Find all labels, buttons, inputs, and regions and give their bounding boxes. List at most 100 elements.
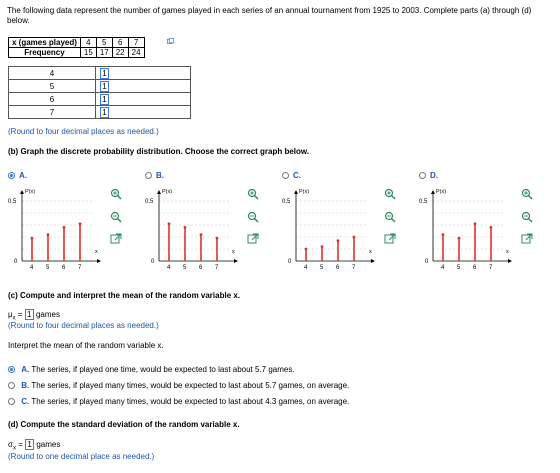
sd-unit: games — [36, 440, 61, 449]
bar-point — [215, 236, 219, 240]
rounding-hint: (Round to four decimal places as needed.… — [8, 127, 159, 136]
table-row: 7 1 — [8, 105, 191, 119]
x-axis-label: x — [95, 249, 98, 255]
x-tick-label: 6 — [199, 265, 203, 271]
frequency-value: 24 — [127, 47, 145, 58]
graph-option-a[interactable]: A. P(x) 0.5 0 x 4 5 6 7 — [8, 171, 138, 271]
probability-input[interactable]: 1 — [100, 67, 109, 79]
mean-option-b[interactable]: B. The series, if played many times, wou… — [8, 381, 349, 390]
y-axis-arrow — [157, 190, 161, 194]
radio-button[interactable] — [145, 172, 152, 180]
probability-graph: P(x) 0.5 0 x 4 5 6 7 — [419, 189, 512, 271]
open-external-icon[interactable] — [247, 233, 259, 245]
zoom-out-icon[interactable] — [110, 211, 122, 223]
bar-point — [46, 233, 50, 236]
x-cell: 5 — [8, 79, 96, 93]
radio-button[interactable] — [8, 172, 15, 180]
part-d-prompt: (d) Compute the standard deviation of th… — [8, 420, 240, 429]
x-axis-arrow — [97, 259, 101, 263]
option-letter: C. — [21, 397, 30, 406]
y-tick-label: 0.5 — [419, 199, 428, 205]
option-letter: C. — [293, 171, 301, 180]
open-external-icon[interactable] — [110, 233, 122, 245]
x-tick-label: 5 — [183, 265, 187, 271]
radio-button[interactable] — [8, 366, 15, 374]
bar-point — [441, 233, 445, 236]
x-tick-label: 4 — [441, 265, 445, 271]
y-axis-arrow — [294, 190, 298, 194]
bar-point — [199, 233, 203, 236]
bar-point — [473, 222, 477, 226]
table-row: 6 1 — [8, 92, 191, 106]
bar-point — [457, 236, 461, 240]
probability-cell: 1 — [95, 66, 191, 80]
x-tick-label: 7 — [352, 265, 356, 271]
mean-unit: games — [35, 310, 60, 319]
x-axis-arrow — [371, 259, 375, 263]
y-axis-arrow — [431, 190, 435, 194]
x-cell: 6 — [8, 92, 96, 106]
probability-input[interactable]: 1 — [100, 93, 109, 105]
probability-graph: P(x) 0.5 0 x 4 5 6 7 — [145, 189, 238, 271]
probability-cell: 1 — [95, 79, 191, 93]
zoom-out-icon[interactable] — [384, 211, 396, 223]
probability-input[interactable]: 1 — [100, 106, 109, 118]
y-tick-label: 0 — [288, 259, 292, 265]
interpret-mean-prompt: Interpret the mean of the random variabl… — [8, 341, 164, 350]
mean-input[interactable]: 1 — [24, 309, 34, 320]
radio-button[interactable] — [282, 172, 289, 180]
part-b-prompt: (b) Graph the discrete probability distr… — [8, 147, 310, 156]
open-external-icon[interactable] — [521, 233, 533, 245]
zoom-in-icon[interactable] — [384, 188, 396, 200]
y-tick-label: 0 — [425, 259, 429, 265]
x-tick-label: 6 — [473, 265, 477, 271]
rounding-hint: (Round to one decimal place as needed.) — [8, 452, 155, 461]
x-tick-label: 4 — [304, 265, 308, 271]
mean-option-a[interactable]: A. The series, if played one time, would… — [8, 365, 295, 374]
zoom-in-icon[interactable] — [110, 188, 122, 200]
bar-point — [352, 235, 356, 239]
y-axis-label: P(x) — [25, 189, 35, 195]
radio-button[interactable] — [419, 172, 426, 180]
option-letter: A. — [21, 365, 30, 374]
y-axis-label: P(x) — [162, 189, 172, 195]
x-value: 7 — [127, 37, 145, 48]
zoom-out-icon[interactable] — [247, 211, 259, 223]
option-letter: B. — [21, 381, 30, 390]
copy-data-icon[interactable] — [167, 38, 174, 45]
bar-point — [62, 226, 66, 229]
open-external-icon[interactable] — [384, 233, 396, 245]
probability-input[interactable]: 1 — [100, 80, 109, 92]
option-text: The series, if played one time, would be… — [31, 365, 295, 374]
x-tick-label: 4 — [30, 265, 34, 271]
radio-button[interactable] — [8, 382, 15, 390]
graph-option-b[interactable]: B. P(x) 0.5 0 x 4 5 6 7 — [145, 171, 275, 271]
x-tick-label: 6 — [62, 265, 66, 271]
graph-option-c[interactable]: C. P(x) 0.5 0 x 4 5 6 7 — [282, 171, 412, 271]
sd-answer: σx = 1 games — [8, 439, 60, 452]
frequency-value: 22 — [111, 47, 129, 58]
probability-table: 4 1 5 1 6 1 7 1 — [8, 66, 191, 119]
frequency-table: x (games played) 4 5 6 7 Frequency 15 17… — [8, 37, 145, 58]
x-tick-label: 4 — [167, 265, 171, 271]
sigma-subscript: x — [12, 445, 16, 452]
table-row: 4 1 — [8, 66, 191, 80]
option-letter: B. — [156, 171, 164, 180]
x-cell: 4 — [8, 66, 96, 80]
x-tick-label: 5 — [46, 265, 50, 271]
graph-option-d[interactable]: D. P(x) 0.5 0 x 4 5 6 7 — [419, 171, 549, 271]
zoom-in-icon[interactable] — [247, 188, 259, 200]
mean-answer: μx = 1 games — [8, 309, 60, 322]
mean-option-c[interactable]: C. The series, if played many times, wou… — [8, 397, 349, 406]
option-letter: A. — [19, 171, 27, 180]
x-tick-label: 5 — [320, 265, 324, 271]
header-frequency: Frequency — [8, 47, 81, 58]
equals-sign: = — [17, 310, 23, 319]
zoom-out-icon[interactable] — [521, 211, 533, 223]
sd-input[interactable]: 1 — [25, 439, 35, 450]
radio-button[interactable] — [8, 398, 15, 406]
probability-cell: 1 — [95, 92, 191, 106]
option-text: The series, if played many times, would … — [31, 397, 350, 406]
bar-point — [183, 226, 187, 229]
zoom-in-icon[interactable] — [521, 188, 533, 200]
